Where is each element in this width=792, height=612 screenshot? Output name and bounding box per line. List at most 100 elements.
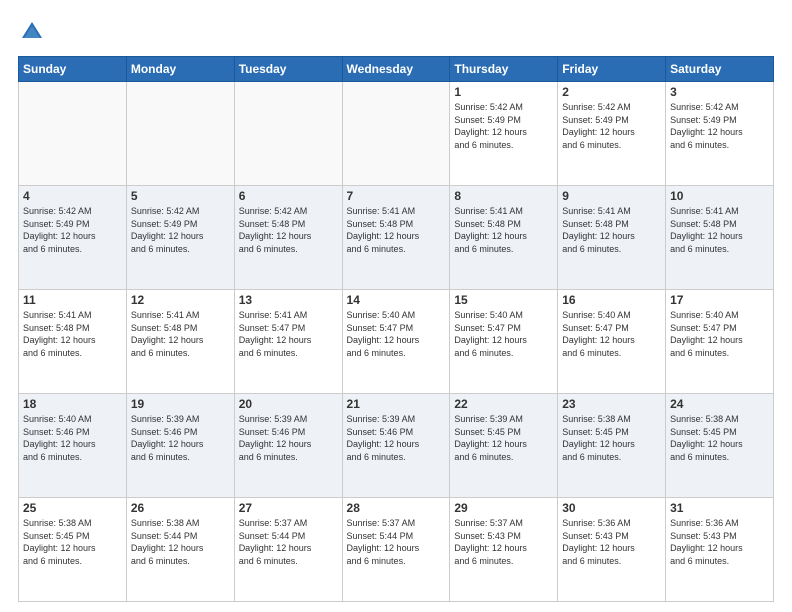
day-number: 3	[670, 85, 769, 99]
day-number: 10	[670, 189, 769, 203]
day-number: 24	[670, 397, 769, 411]
day-number: 29	[454, 501, 553, 515]
page: SundayMondayTuesdayWednesdayThursdayFrid…	[0, 0, 792, 612]
calendar-cell: 30 Sunrise: 5:36 AM Sunset: 5:43 PM Dayli…	[558, 498, 666, 602]
calendar-cell: 12 Sunrise: 5:41 AM Sunset: 5:48 PM Dayli…	[126, 290, 234, 394]
day-info: Sunrise: 5:42 AM Sunset: 5:48 PM Dayligh…	[239, 205, 338, 255]
calendar-cell: 10 Sunrise: 5:41 AM Sunset: 5:48 PM Dayli…	[666, 186, 774, 290]
weekday-header-friday: Friday	[558, 57, 666, 82]
calendar-cell	[19, 82, 127, 186]
calendar-cell: 22 Sunrise: 5:39 AM Sunset: 5:45 PM Dayli…	[450, 394, 558, 498]
day-number: 8	[454, 189, 553, 203]
calendar-week-row: 25Sunrise: 5:38 AM Sunset: 5:45 PM Dayli…	[19, 498, 774, 602]
calendar-cell	[126, 82, 234, 186]
day-number: 18	[23, 397, 122, 411]
calendar-cell: 31 Sunrise: 5:36 AM Sunset: 5:43 PM Dayli…	[666, 498, 774, 602]
calendar-cell: 11 Sunrise: 5:41 AM Sunset: 5:48 PM Dayli…	[19, 290, 127, 394]
calendar-cell: 7Sunrise: 5:41 AM Sunset: 5:48 PM Daylig…	[342, 186, 450, 290]
weekday-header-thursday: Thursday	[450, 57, 558, 82]
calendar-cell: 13Sunrise: 5:41 AM Sunset: 5:47 PM Dayli…	[234, 290, 342, 394]
day-info: Sunrise: 5:40 AM Sunset: 5:47 PM Dayligh…	[454, 309, 553, 359]
calendar-cell: 29 Sunrise: 5:37 AM Sunset: 5:43 PM Dayli…	[450, 498, 558, 602]
day-info: Sunrise: 5:37 AM Sunset: 5:44 PM Dayligh…	[239, 517, 338, 567]
day-info: Sunrise: 5:39 AM Sunset: 5:45 PM Dayligh…	[454, 413, 553, 463]
day-info: Sunrise: 5:36 AM Sunset: 5:43 PM Dayligh…	[670, 517, 769, 567]
day-number: 22	[454, 397, 553, 411]
calendar-week-row: 1 Sunrise: 5:42 AM Sunset: 5:49 PM Daylig…	[19, 82, 774, 186]
calendar-cell: 2 Sunrise: 5:42 AM Sunset: 5:49 PM Daylig…	[558, 82, 666, 186]
weekday-header-saturday: Saturday	[666, 57, 774, 82]
day-number: 12	[131, 293, 230, 307]
day-info: Sunrise: 5:41 AM Sunset: 5:48 PM Dayligh…	[23, 309, 122, 359]
header	[18, 18, 774, 46]
day-info: Sunrise: 5:42 AM Sunset: 5:49 PM Dayligh…	[131, 205, 230, 255]
day-info: Sunrise: 5:37 AM Sunset: 5:43 PM Dayligh…	[454, 517, 553, 567]
day-info: Sunrise: 5:41 AM Sunset: 5:48 PM Dayligh…	[454, 205, 553, 255]
day-info: Sunrise: 5:41 AM Sunset: 5:48 PM Dayligh…	[562, 205, 661, 255]
day-number: 19	[131, 397, 230, 411]
calendar-week-row: 11 Sunrise: 5:41 AM Sunset: 5:48 PM Dayli…	[19, 290, 774, 394]
day-info: Sunrise: 5:40 AM Sunset: 5:47 PM Dayligh…	[670, 309, 769, 359]
calendar-cell: 16Sunrise: 5:40 AM Sunset: 5:47 PM Dayli…	[558, 290, 666, 394]
day-number: 6	[239, 189, 338, 203]
calendar-cell: 3 Sunrise: 5:42 AM Sunset: 5:49 PM Daylig…	[666, 82, 774, 186]
day-info: Sunrise: 5:36 AM Sunset: 5:43 PM Dayligh…	[562, 517, 661, 567]
day-number: 11	[23, 293, 122, 307]
day-number: 13	[239, 293, 338, 307]
day-info: Sunrise: 5:41 AM Sunset: 5:48 PM Dayligh…	[347, 205, 446, 255]
day-info: Sunrise: 5:41 AM Sunset: 5:48 PM Dayligh…	[131, 309, 230, 359]
day-info: Sunrise: 5:38 AM Sunset: 5:45 PM Dayligh…	[562, 413, 661, 463]
day-number: 26	[131, 501, 230, 515]
day-number: 5	[131, 189, 230, 203]
calendar-cell	[342, 82, 450, 186]
day-info: Sunrise: 5:40 AM Sunset: 5:47 PM Dayligh…	[562, 309, 661, 359]
day-number: 21	[347, 397, 446, 411]
calendar-header-row: SundayMondayTuesdayWednesdayThursdayFrid…	[19, 57, 774, 82]
calendar-cell: 23Sunrise: 5:38 AM Sunset: 5:45 PM Dayli…	[558, 394, 666, 498]
day-info: Sunrise: 5:42 AM Sunset: 5:49 PM Dayligh…	[454, 101, 553, 151]
day-info: Sunrise: 5:38 AM Sunset: 5:45 PM Dayligh…	[23, 517, 122, 567]
calendar-week-row: 4 Sunrise: 5:42 AM Sunset: 5:49 PM Daylig…	[19, 186, 774, 290]
day-number: 15	[454, 293, 553, 307]
calendar-cell: 25Sunrise: 5:38 AM Sunset: 5:45 PM Dayli…	[19, 498, 127, 602]
day-number: 30	[562, 501, 661, 515]
day-info: Sunrise: 5:40 AM Sunset: 5:47 PM Dayligh…	[347, 309, 446, 359]
logo	[18, 18, 50, 46]
calendar-cell: 4 Sunrise: 5:42 AM Sunset: 5:49 PM Daylig…	[19, 186, 127, 290]
day-info: Sunrise: 5:39 AM Sunset: 5:46 PM Dayligh…	[131, 413, 230, 463]
day-number: 20	[239, 397, 338, 411]
calendar-cell: 17 Sunrise: 5:40 AM Sunset: 5:47 PM Dayli…	[666, 290, 774, 394]
calendar-cell: 28Sunrise: 5:37 AM Sunset: 5:44 PM Dayli…	[342, 498, 450, 602]
day-info: Sunrise: 5:38 AM Sunset: 5:45 PM Dayligh…	[670, 413, 769, 463]
day-info: Sunrise: 5:42 AM Sunset: 5:49 PM Dayligh…	[562, 101, 661, 151]
calendar-cell: 8 Sunrise: 5:41 AM Sunset: 5:48 PM Daylig…	[450, 186, 558, 290]
day-info: Sunrise: 5:42 AM Sunset: 5:49 PM Dayligh…	[670, 101, 769, 151]
calendar-cell: 26 Sunrise: 5:38 AM Sunset: 5:44 PM Dayli…	[126, 498, 234, 602]
calendar-cell: 5 Sunrise: 5:42 AM Sunset: 5:49 PM Daylig…	[126, 186, 234, 290]
day-info: Sunrise: 5:41 AM Sunset: 5:48 PM Dayligh…	[670, 205, 769, 255]
calendar-cell: 21 Sunrise: 5:39 AM Sunset: 5:46 PM Dayli…	[342, 394, 450, 498]
day-number: 1	[454, 85, 553, 99]
calendar-cell: 18Sunrise: 5:40 AM Sunset: 5:46 PM Dayli…	[19, 394, 127, 498]
calendar-cell: 9 Sunrise: 5:41 AM Sunset: 5:48 PM Daylig…	[558, 186, 666, 290]
calendar-cell: 6 Sunrise: 5:42 AM Sunset: 5:48 PM Daylig…	[234, 186, 342, 290]
day-number: 31	[670, 501, 769, 515]
day-number: 14	[347, 293, 446, 307]
day-number: 9	[562, 189, 661, 203]
calendar-cell: 15 Sunrise: 5:40 AM Sunset: 5:47 PM Dayli…	[450, 290, 558, 394]
calendar-cell	[234, 82, 342, 186]
calendar-cell: 14 Sunrise: 5:40 AM Sunset: 5:47 PM Dayli…	[342, 290, 450, 394]
calendar-cell: 20Sunrise: 5:39 AM Sunset: 5:46 PM Dayli…	[234, 394, 342, 498]
logo-icon	[18, 18, 46, 46]
calendar-week-row: 18Sunrise: 5:40 AM Sunset: 5:46 PM Dayli…	[19, 394, 774, 498]
calendar-cell: 27Sunrise: 5:37 AM Sunset: 5:44 PM Dayli…	[234, 498, 342, 602]
day-number: 17	[670, 293, 769, 307]
calendar-cell: 1 Sunrise: 5:42 AM Sunset: 5:49 PM Daylig…	[450, 82, 558, 186]
day-info: Sunrise: 5:38 AM Sunset: 5:44 PM Dayligh…	[131, 517, 230, 567]
day-info: Sunrise: 5:42 AM Sunset: 5:49 PM Dayligh…	[23, 205, 122, 255]
weekday-header-tuesday: Tuesday	[234, 57, 342, 82]
day-info: Sunrise: 5:39 AM Sunset: 5:46 PM Dayligh…	[347, 413, 446, 463]
calendar-cell: 19 Sunrise: 5:39 AM Sunset: 5:46 PM Dayli…	[126, 394, 234, 498]
day-number: 2	[562, 85, 661, 99]
day-number: 4	[23, 189, 122, 203]
